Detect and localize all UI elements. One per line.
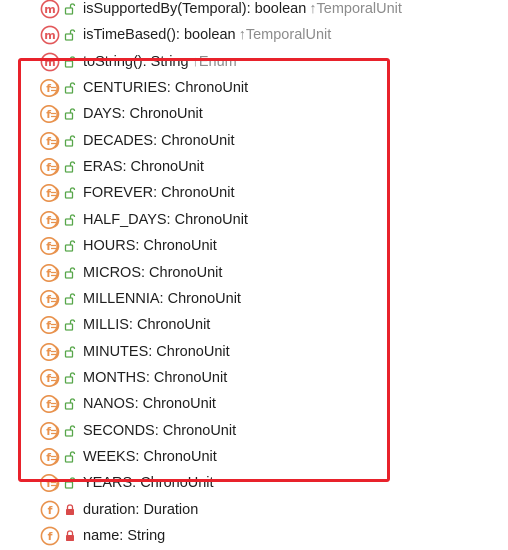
member-signature: isTimeBased(): boolean [83, 27, 236, 44]
locked-icon [64, 530, 76, 542]
field-icon: f [40, 526, 60, 546]
method-icon: m [40, 0, 60, 19]
highlight-box [18, 58, 390, 482]
locked-icon [64, 503, 76, 516]
member-label: isSupportedBy(Temporal): boolean ↑Tempora… [83, 0, 402, 18]
inherited-from: ↑TemporalUnit [309, 1, 402, 17]
svg-text:f: f [48, 504, 53, 517]
tree-row[interactable]: f name: String [0, 523, 508, 549]
unlocked-icon [64, 3, 76, 15]
member-label: duration: Duration [83, 501, 198, 519]
member-label: isTimeBased(): boolean ↑TemporalUnit [83, 26, 331, 44]
member-signature: duration: Duration [83, 501, 199, 518]
svg-text:f: f [48, 530, 53, 543]
unlocked-icon [64, 29, 76, 41]
method-icon: m [40, 25, 60, 45]
tree-row[interactable]: m isSupportedBy(Temporal): boolean ↑Tempo… [0, 0, 508, 22]
svg-text:m: m [44, 30, 55, 43]
inherited-from: ↑TemporalUnit [238, 27, 332, 44]
field-icon: f [40, 500, 60, 520]
member-label: name: String [83, 527, 165, 545]
member-signature: name: String [83, 528, 166, 544]
svg-text:m: m [44, 3, 55, 16]
member-signature: isSupportedBy(Temporal): boolean [83, 1, 307, 17]
tree-row[interactable]: m isTimeBased(): boolean ↑TemporalUnit [0, 22, 508, 48]
tree-row[interactable]: f duration: Duration [0, 497, 508, 523]
